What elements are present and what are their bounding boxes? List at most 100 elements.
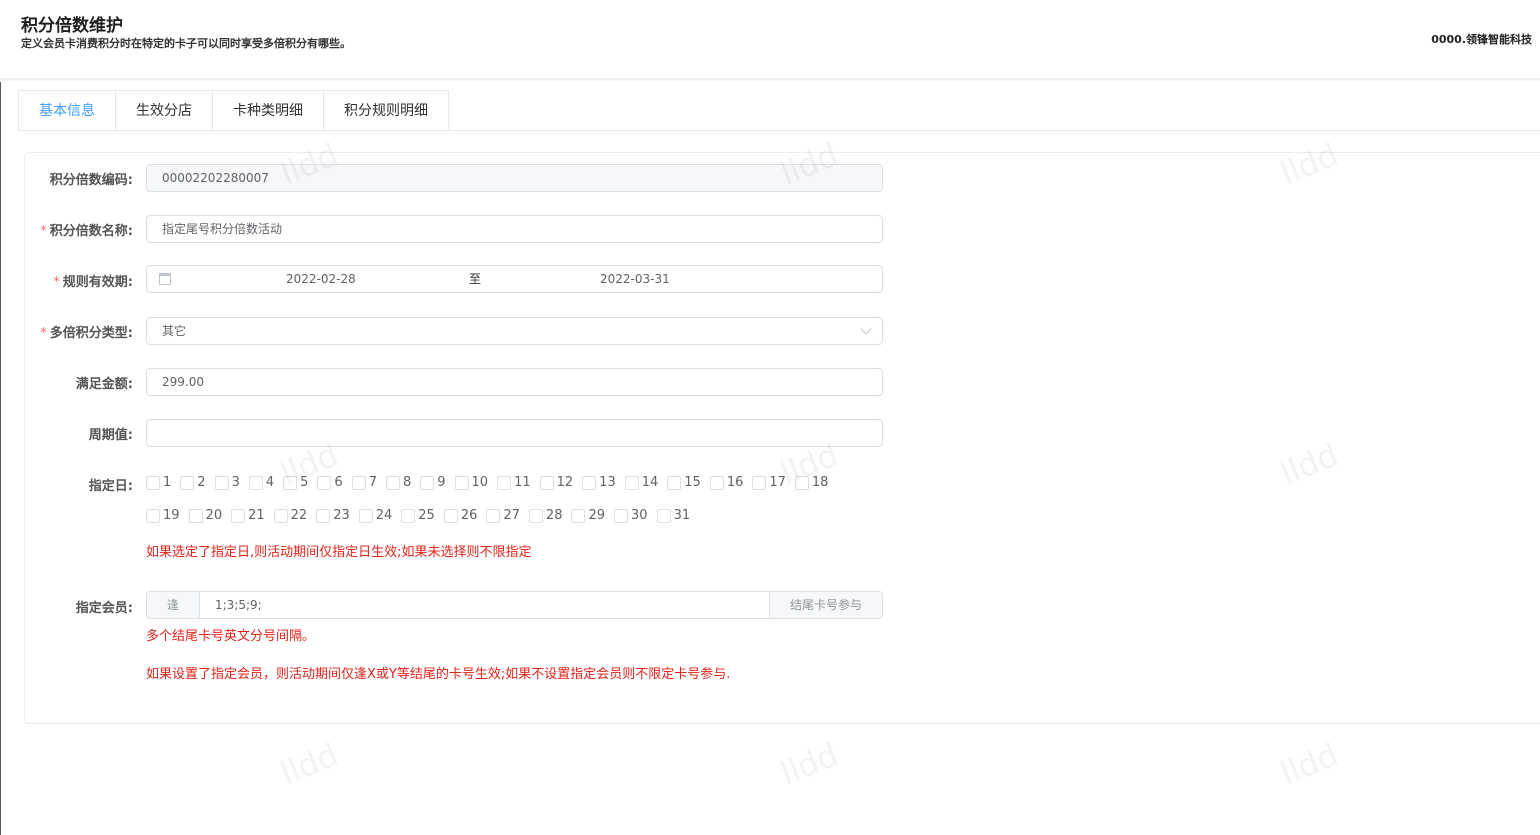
tab-divider bbox=[18, 130, 1540, 131]
checkbox-box[interactable] bbox=[231, 508, 246, 523]
code-field: 00002202280007 bbox=[146, 164, 883, 192]
checkbox-box[interactable] bbox=[497, 475, 512, 490]
chevron-down-icon bbox=[860, 323, 872, 335]
day-label: 18 bbox=[811, 475, 829, 490]
tab-basic-info[interactable]: 基本信息 bbox=[18, 90, 116, 131]
checkbox-box[interactable] bbox=[454, 475, 469, 490]
day-checkbox-15[interactable]: 15 bbox=[667, 475, 701, 490]
day-checkbox-4[interactable]: 4 bbox=[248, 475, 275, 490]
day-label: 24 bbox=[375, 508, 393, 523]
day-checkbox-28[interactable]: 28 bbox=[528, 508, 562, 523]
end-date-input[interactable]: 2022-03-31 bbox=[600, 266, 670, 292]
day-label: 20 bbox=[205, 508, 223, 523]
members-hint-2: 如果设置了指定会员，则活动期间仅逢X或Y等结尾的卡号生效;如果不设置指定会员则不… bbox=[146, 667, 731, 682]
checkbox-box[interactable] bbox=[283, 475, 298, 490]
checkbox-box[interactable] bbox=[317, 475, 332, 490]
checkbox-box[interactable] bbox=[794, 475, 809, 490]
tab-card-types[interactable]: 卡种类明细 bbox=[213, 90, 324, 131]
day-checkbox-11[interactable]: 11 bbox=[497, 475, 531, 490]
tab-points-rules[interactable]: 积分规则明细 bbox=[324, 90, 449, 131]
members-label: 指定会员: bbox=[75, 601, 133, 616]
members-prepend: 逢 bbox=[147, 592, 200, 618]
checkbox-box[interactable] bbox=[624, 475, 639, 490]
type-select[interactable]: 其它 bbox=[146, 317, 883, 345]
date-separator: 至 bbox=[469, 272, 482, 286]
day-checkbox-9[interactable]: 9 bbox=[420, 475, 446, 490]
day-checkbox-19[interactable]: 19 bbox=[146, 508, 180, 523]
day-label: 17 bbox=[769, 475, 786, 490]
day-checkbox-10[interactable]: 10 bbox=[454, 475, 489, 490]
members-append: 结尾卡号参与 bbox=[769, 592, 882, 618]
checkbox-box[interactable] bbox=[486, 508, 501, 523]
day-checkbox-8[interactable]: 8 bbox=[385, 475, 411, 490]
checkbox-box[interactable] bbox=[146, 508, 160, 523]
day-checkbox-31[interactable]: 31 bbox=[656, 508, 690, 523]
day-label: 7 bbox=[368, 475, 377, 490]
checkbox-box[interactable] bbox=[443, 508, 458, 523]
day-checkbox-7[interactable]: 7 bbox=[351, 475, 377, 490]
day-label: 29 bbox=[588, 508, 606, 523]
tab-effective-stores[interactable]: 生效分店 bbox=[116, 90, 213, 131]
checkbox-box[interactable] bbox=[571, 508, 586, 523]
checkbox-box[interactable] bbox=[709, 475, 724, 490]
day-checkbox-6[interactable]: 6 bbox=[317, 475, 343, 490]
day-checkbox-13[interactable]: 13 bbox=[582, 475, 616, 490]
day-checkbox-29[interactable]: 29 bbox=[571, 508, 605, 523]
checkbox-box[interactable] bbox=[385, 475, 400, 490]
day-checkbox-14[interactable]: 14 bbox=[624, 475, 658, 490]
day-checkbox-25[interactable]: 25 bbox=[401, 508, 435, 523]
period-field[interactable] bbox=[146, 419, 883, 447]
name-field[interactable]: 指定尾号积分倍数活动 bbox=[146, 215, 883, 243]
checkbox-box[interactable] bbox=[358, 508, 373, 523]
type-select-value: 其它 bbox=[162, 324, 187, 338]
day-checkbox-5[interactable]: 5 bbox=[283, 475, 308, 490]
amount-field[interactable]: 299.00 bbox=[146, 368, 883, 396]
day-label: 27 bbox=[503, 508, 520, 523]
day-checkbox-18[interactable]: 18 bbox=[794, 475, 829, 490]
day-label: 1 bbox=[163, 475, 172, 490]
checkbox-box[interactable] bbox=[351, 475, 366, 490]
day-checkbox-16[interactable]: 16 bbox=[709, 475, 743, 490]
day-checkbox-23[interactable]: 23 bbox=[316, 508, 350, 523]
checkbox-box[interactable] bbox=[528, 508, 543, 523]
required-mark: * bbox=[40, 326, 47, 341]
checkbox-box[interactable] bbox=[180, 475, 195, 490]
day-checkbox-21[interactable]: 21 bbox=[231, 508, 265, 523]
date-range-picker[interactable]: 2022-02-28 至 2022-03-31 bbox=[146, 265, 883, 293]
day-checkbox-30[interactable]: 30 bbox=[614, 508, 648, 523]
code-label: 积分倍数编码: bbox=[49, 173, 133, 188]
day-checkbox-2[interactable]: 2 bbox=[180, 475, 206, 490]
day-checkbox-24[interactable]: 24 bbox=[358, 508, 393, 523]
day-checkbox-3[interactable]: 3 bbox=[214, 475, 240, 490]
members-field[interactable]: 1;3;5;9; bbox=[200, 592, 769, 618]
checkbox-box[interactable] bbox=[316, 508, 331, 523]
day-checkbox-26[interactable]: 26 bbox=[443, 508, 477, 523]
day-label: 4 bbox=[265, 475, 275, 490]
watermark: lldd bbox=[775, 735, 844, 793]
day-checkbox-1[interactable]: 1 bbox=[146, 475, 171, 490]
day-checkbox-17[interactable]: 17 bbox=[752, 475, 786, 490]
checkbox-box[interactable] bbox=[667, 475, 682, 490]
checkbox-box[interactable] bbox=[420, 475, 435, 490]
checkbox-box[interactable] bbox=[539, 475, 554, 490]
day-checkbox-12[interactable]: 12 bbox=[539, 475, 573, 490]
checkbox-box[interactable] bbox=[614, 508, 629, 523]
tab-bar: 基本信息 生效分店 卡种类明细 积分规则明细 bbox=[18, 90, 449, 131]
start-date-input[interactable]: 2022-02-28 bbox=[286, 266, 356, 292]
checkbox-box[interactable] bbox=[214, 475, 229, 490]
checkbox-box[interactable] bbox=[401, 508, 416, 523]
checkbox-box[interactable] bbox=[146, 475, 160, 490]
checkbox-box[interactable] bbox=[273, 508, 288, 523]
checkbox-box[interactable] bbox=[752, 475, 767, 490]
day-label: 10 bbox=[471, 475, 489, 490]
name-label: * 积分倍数名称: bbox=[40, 224, 133, 239]
page: 积分倍数维护 定义会员卡消费积分时在特定的卡子可以同时享受多倍积分有哪些。 00… bbox=[0, 0, 1540, 835]
day-checkbox-22[interactable]: 22 bbox=[273, 508, 307, 523]
checkbox-box[interactable] bbox=[248, 475, 263, 490]
day-checkbox-27[interactable]: 27 bbox=[486, 508, 520, 523]
day-checkbox-20[interactable]: 20 bbox=[188, 508, 223, 523]
checkbox-box[interactable] bbox=[656, 508, 671, 523]
day-label: 5 bbox=[300, 475, 309, 490]
checkbox-box[interactable] bbox=[582, 475, 597, 490]
checkbox-box[interactable] bbox=[188, 508, 203, 523]
